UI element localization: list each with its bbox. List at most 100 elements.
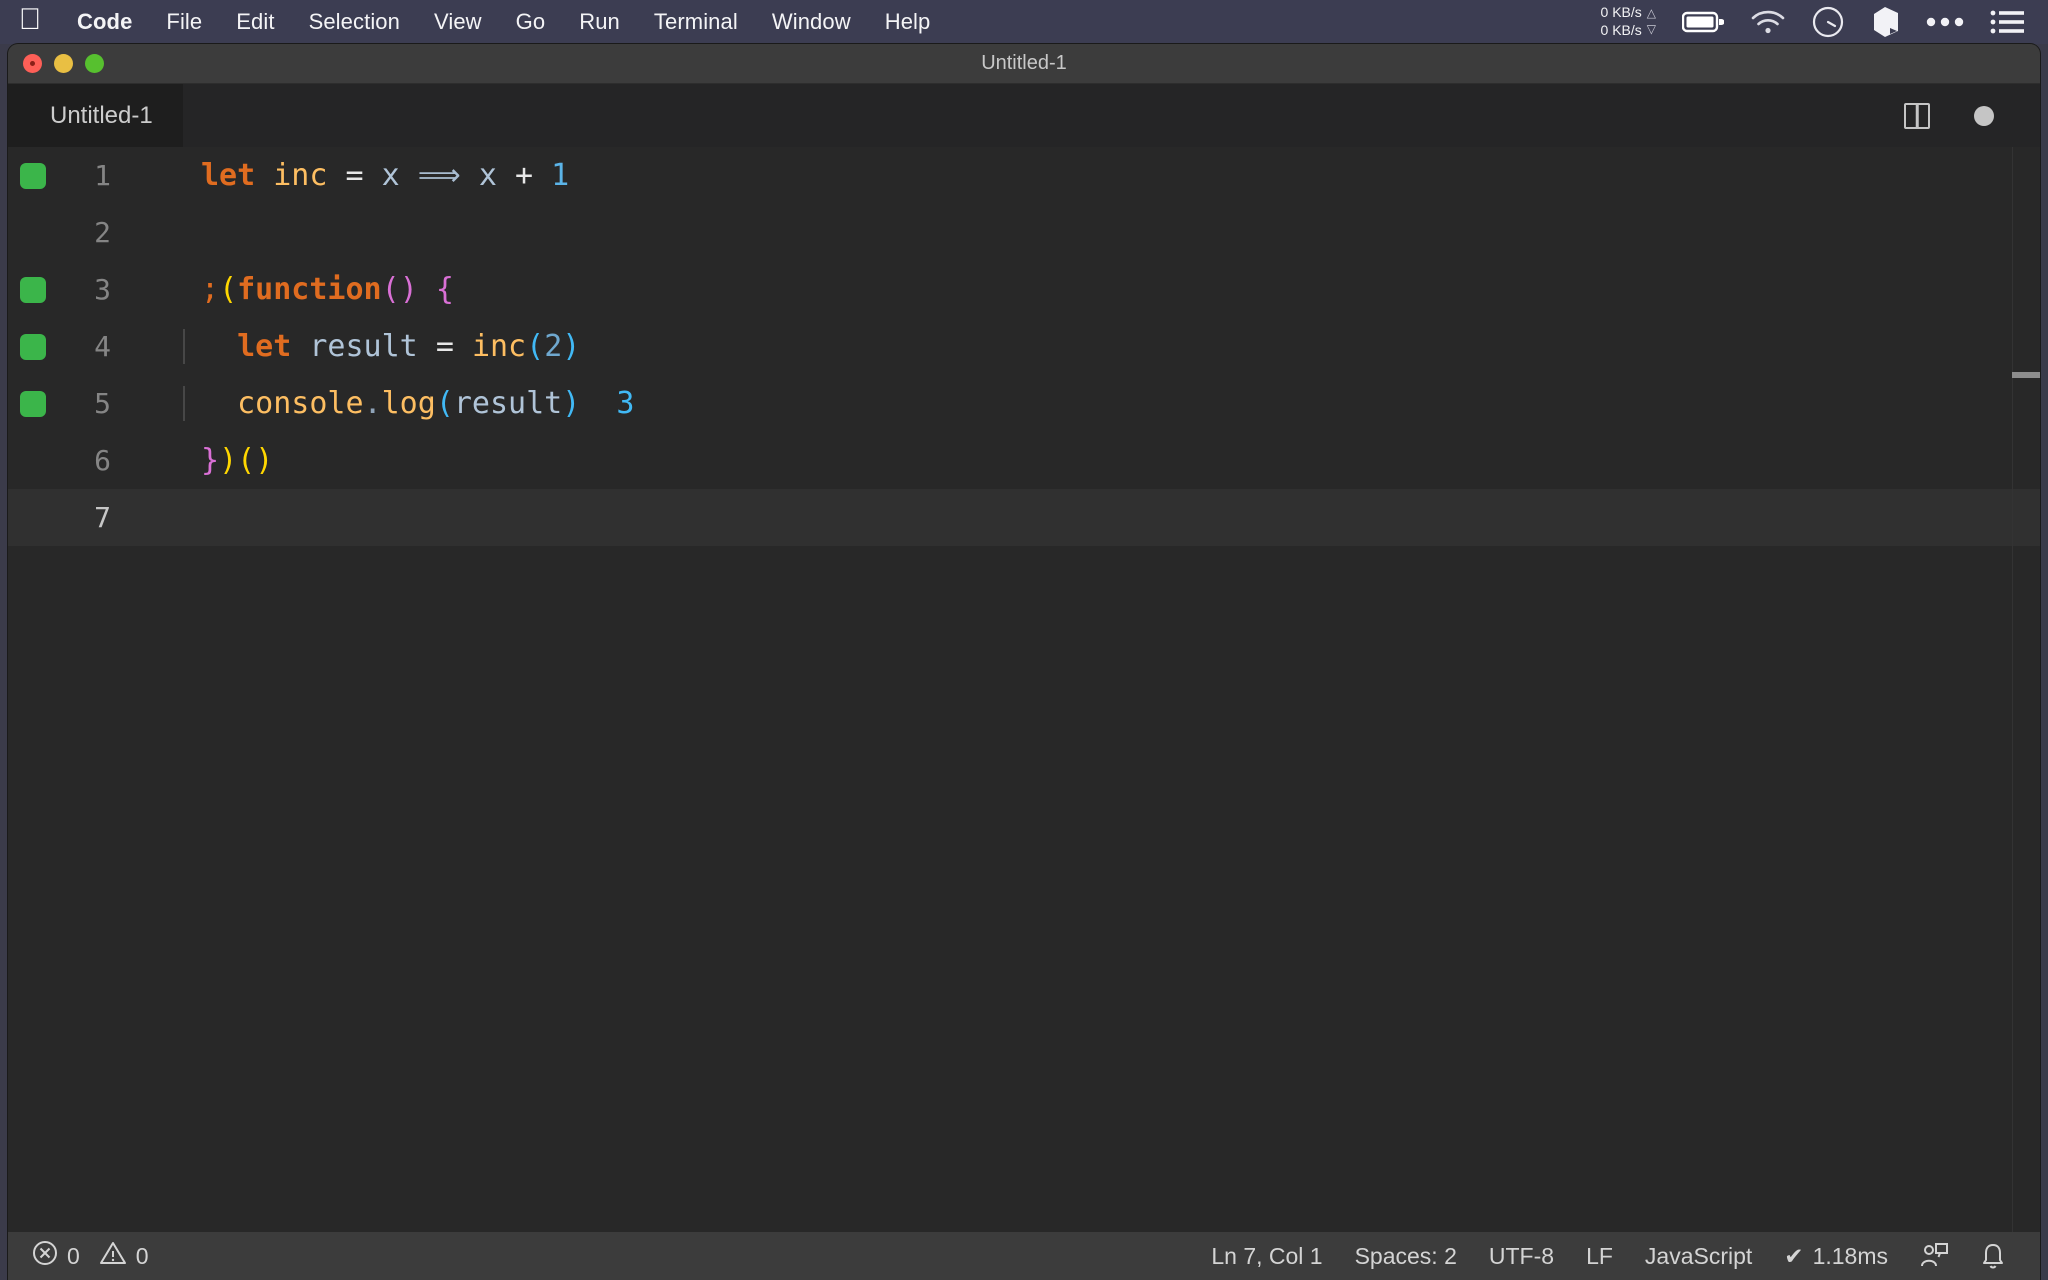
code-token: ) [219, 443, 238, 478]
tab-untitled-1[interactable]: Untitled-1 [8, 84, 183, 147]
code-line-6[interactable]: 6})() [8, 432, 2040, 489]
code-token: 2 [544, 329, 563, 364]
runtime-status[interactable]: ✔ 1.18ms [1784, 1243, 1888, 1270]
language-mode[interactable]: JavaScript [1645, 1243, 1752, 1270]
error-count: 0 [67, 1242, 80, 1269]
menu-item-file[interactable]: File [149, 9, 219, 35]
battery-icon[interactable] [1682, 10, 1724, 34]
code-line-content: console.log(result) 3 [139, 386, 2040, 421]
menu-item-go[interactable]: Go [499, 9, 563, 35]
code-line-7[interactable]: 7 [8, 489, 2040, 546]
code-token: inc [273, 158, 328, 193]
feedback-person-icon[interactable] [1920, 1242, 1948, 1270]
code-token: ) [562, 329, 581, 364]
window-title-bar: Untitled-1 [8, 44, 2040, 84]
encoding-setting[interactable]: UTF-8 [1489, 1243, 1554, 1270]
editor-tab-strip: Untitled-1 [8, 84, 2040, 147]
code-line-2[interactable]: 2 [8, 204, 2040, 261]
code-line-content: let result = inc(2) [139, 329, 2040, 364]
code-token: log [381, 386, 436, 421]
bell-icon[interactable] [1980, 1242, 2006, 1270]
code-editor[interactable]: 1 let inc = x ⟹ x + 1 2 3 ;(function() {4 le… [8, 147, 2040, 1232]
status-bar: 0 0 Ln 7, Col 1 Spaces: 2 UTF-8 LF JavaS… [8, 1232, 2040, 1280]
code-token: . [363, 386, 382, 421]
cube-icon[interactable] [1870, 6, 1900, 38]
code-token: { [435, 272, 454, 307]
editor-actions [1904, 102, 2040, 129]
status-bar-right: Ln 7, Col 1 Spaces: 2 UTF-8 LF JavaScrip… [1211, 1242, 2040, 1270]
line-number: 6 [94, 444, 111, 477]
unsaved-indicator-dot[interactable] [1974, 105, 1994, 126]
eol-setting[interactable]: LF [1586, 1243, 1613, 1270]
menu-item-selection[interactable]: Selection [292, 9, 417, 35]
code-line-5[interactable]: 5 console.log(result) 3 [8, 375, 2040, 432]
code-token: ( [381, 272, 400, 307]
code-token: ) [255, 443, 274, 478]
menu-item-edit[interactable]: Edit [219, 9, 291, 35]
breakpoint-indicator-icon[interactable] [20, 333, 46, 360]
network-download-speed: 0 KB/s [1600, 22, 1642, 38]
ellipsis-icon[interactable] [1926, 16, 1964, 28]
triangle-down-icon: ▽ [1646, 22, 1656, 36]
code-token: ⟹ [417, 158, 461, 193]
code-token: inc [471, 329, 527, 364]
menu-item-run[interactable]: Run [562, 9, 637, 35]
breakpoint-indicator-icon[interactable] [20, 390, 46, 417]
indentation-setting[interactable]: Spaces: 2 [1355, 1243, 1457, 1270]
breakpoint-indicator-icon[interactable] [20, 276, 46, 303]
menu-item-code[interactable]: Code [60, 9, 149, 35]
error-circle-icon [32, 1240, 58, 1272]
speedometer-icon[interactable] [1812, 6, 1844, 38]
indent-guide [183, 386, 185, 421]
triangle-up-icon: △ [1646, 6, 1656, 21]
code-token: let [237, 329, 292, 364]
wifi-icon[interactable] [1750, 9, 1786, 35]
network-speed-indicator[interactable]: 0 KB/s 0 KB/s △ ▽ [1601, 4, 1656, 40]
code-line-4[interactable]: 4 let result = inc(2) [8, 318, 2040, 375]
macos-menu-bar:  CodeFileEditSelectionViewGoRunTerminal… [0, 0, 2048, 44]
inline-value-annotation: 3 [580, 386, 635, 421]
code-token: let [201, 158, 256, 193]
code-token: x [381, 158, 400, 193]
warning-count: 0 [135, 1242, 149, 1269]
code-token: result [309, 329, 418, 364]
code-token: } [201, 443, 220, 478]
breakpoint-indicator-icon[interactable] [20, 162, 46, 189]
code-line-content: })() [139, 443, 2040, 478]
code-line-content: ;(function() { [139, 272, 2040, 307]
overview-ruler-mark [2012, 372, 2040, 378]
code-token: result [453, 386, 563, 421]
status-bar-left: 0 0 [8, 1240, 149, 1272]
warning-triangle-icon [99, 1240, 127, 1272]
code-line-3[interactable]: 3 ;(function() { [8, 261, 2040, 318]
code-token: + [514, 158, 534, 193]
list-menu-icon[interactable] [1990, 9, 2024, 35]
menubar-status-area: 0 KB/s 0 KB/s △ ▽ [1601, 4, 2030, 40]
vscode-window: Untitled-1 Untitled-1 1 let inc = x ⟹ x +… [8, 44, 2040, 1280]
cursor-position[interactable]: Ln 7, Col 1 [1211, 1243, 1322, 1270]
overview-ruler[interactable] [2012, 147, 2040, 1232]
menu-item-terminal[interactable]: Terminal [637, 9, 755, 35]
menu-item-help[interactable]: Help [868, 9, 948, 35]
check-icon: ✔ [1784, 1242, 1804, 1269]
split-editor-icon[interactable] [1904, 102, 1930, 129]
code-token: console [237, 386, 364, 421]
code-line-1[interactable]: 1 let inc = x ⟹ x + 1 [8, 147, 2040, 204]
problems-status[interactable]: 0 0 [32, 1240, 149, 1272]
menu-item-window[interactable]: Window [755, 9, 868, 35]
code-token: ( [526, 329, 545, 364]
code-token: ( [237, 443, 256, 478]
code-token: = [345, 158, 364, 193]
indent-guide [183, 329, 185, 364]
code-token: ) [399, 272, 418, 307]
apple-logo-icon[interactable]:  [0, 5, 60, 39]
menu-item-view[interactable]: View [417, 9, 499, 35]
